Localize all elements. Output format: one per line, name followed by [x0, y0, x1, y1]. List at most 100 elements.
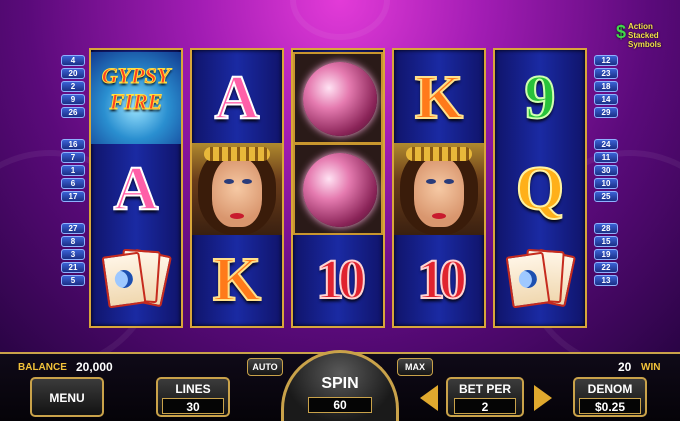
payline-marker-22[interactable]: 22: [594, 262, 618, 273]
fire-logo-text: FIRE: [109, 89, 163, 114]
gypsy-eye: [444, 179, 454, 184]
payline-marker-24[interactable]: 24: [594, 139, 618, 150]
payline-marker-21[interactable]: 21: [61, 262, 85, 273]
payline-marker-2[interactable]: 2: [61, 81, 85, 92]
payline-marker-11[interactable]: 11: [594, 152, 618, 163]
dollar-icon: $: [616, 22, 627, 42]
symbol-k-glyph: K: [414, 63, 464, 133]
symbol-q: Q: [495, 143, 585, 235]
reel-5: 9Q: [493, 48, 587, 328]
denom-button[interactable]: DENOM $0.25: [573, 377, 647, 417]
spin-label: SPIN: [321, 375, 359, 392]
symbol-9-glyph: 9: [524, 63, 557, 133]
gypsy-eye: [242, 179, 252, 184]
symbol-a-glyph: A: [214, 63, 261, 133]
balance-value: 20,000: [76, 360, 113, 374]
symbol-crystal-ball: [293, 143, 383, 235]
gypsy-eye: [224, 179, 234, 184]
payline-marker-8[interactable]: 8: [61, 236, 85, 247]
background-swirl: [290, 0, 390, 40]
reel-1: GYPSY FIRE A: [89, 48, 183, 328]
payline-marker-18[interactable]: 18: [594, 81, 618, 92]
bet-per-value: 2: [454, 398, 516, 414]
symbol-tarot-cards: [495, 234, 585, 326]
gypsy-headband: [406, 147, 472, 161]
payline-marker-6[interactable]: 6: [61, 178, 85, 189]
tarot-card-icon: [101, 251, 147, 309]
symbol-9: 9: [495, 52, 585, 144]
lines-label: LINES: [175, 382, 211, 396]
reel-2: AK: [190, 48, 284, 328]
symbol-10-glyph: 10: [315, 248, 367, 312]
symbol-gypsy-woman: [394, 143, 484, 235]
corner-logo-text: Action Stacked Symbols: [628, 22, 662, 49]
auto-button[interactable]: AUTO: [247, 358, 283, 376]
payline-marker-25[interactable]: 25: [594, 191, 618, 202]
payline-marker-28[interactable]: 28: [594, 223, 618, 234]
reel-4: K 10: [392, 48, 486, 328]
symbol-tarot-cards: [91, 234, 181, 326]
bet-per-label: BET PER: [458, 382, 511, 396]
payline-marker-23[interactable]: 23: [594, 68, 618, 79]
crystal-ball-icon: [303, 62, 377, 136]
payline-marker-12[interactable]: 12: [594, 55, 618, 66]
symbol-k: K: [192, 234, 282, 326]
max-button[interactable]: MAX: [397, 358, 433, 376]
payline-marker-29[interactable]: 29: [594, 107, 618, 118]
payline-marker-15[interactable]: 15: [594, 236, 618, 247]
lines-value: 30: [162, 398, 224, 414]
symbol-10: 10: [293, 234, 383, 326]
balance-label: BALANCE: [18, 362, 67, 373]
menu-button[interactable]: MENU: [30, 377, 104, 417]
payline-marker-30[interactable]: 30: [594, 165, 618, 176]
symbol-gypsy-woman: [192, 143, 282, 235]
payline-marker-17[interactable]: 17: [61, 191, 85, 202]
payline-marker-13[interactable]: 13: [594, 275, 618, 286]
max-label: MAX: [405, 362, 425, 372]
symbol-a-glyph: A: [113, 154, 160, 224]
payline-marker-3[interactable]: 3: [61, 249, 85, 260]
payline-marker-5[interactable]: 5: [61, 275, 85, 286]
symbol-10-glyph: 10: [416, 248, 468, 312]
auto-label: AUTO: [252, 362, 278, 372]
payline-marker-9[interactable]: 9: [61, 94, 85, 105]
payline-marker-4[interactable]: 4: [61, 55, 85, 66]
symbol-a: A: [192, 52, 282, 144]
denom-label: DENOM: [587, 382, 633, 396]
bet-per-button[interactable]: BET PER 2: [446, 377, 524, 417]
symbol-q-glyph: Q: [515, 154, 565, 224]
payline-marker-7[interactable]: 7: [61, 152, 85, 163]
crystal-ball-icon: [303, 153, 377, 227]
lines-button[interactable]: LINES 30: [156, 377, 230, 417]
payline-marker-14[interactable]: 14: [594, 94, 618, 105]
win-value: 20: [618, 360, 632, 374]
payline-marker-10[interactable]: 10: [594, 178, 618, 189]
symbol-10: 10: [394, 234, 484, 326]
gypsy-lips: [432, 213, 446, 219]
gypsy-lips: [230, 213, 244, 219]
symbol-a: A: [91, 143, 181, 235]
symbol-crystal-ball: [293, 52, 383, 144]
action-stacked-symbols-logo: $ Action Stacked Symbols: [616, 22, 670, 56]
gypsy-logo-text: GYPSY: [101, 63, 171, 88]
payline-marker-26[interactable]: 26: [61, 107, 85, 118]
total-bet-value: 60: [308, 397, 372, 413]
win-label: WIN: [641, 362, 661, 373]
symbol-k: K: [394, 52, 484, 144]
moon-icon: [113, 268, 135, 290]
gypsy-headband: [204, 147, 270, 161]
payline-marker-27[interactable]: 27: [61, 223, 85, 234]
bet-decrease-arrow-icon[interactable]: [420, 385, 438, 411]
moon-icon: [517, 268, 539, 290]
bet-increase-arrow-icon[interactable]: [534, 385, 552, 411]
menu-label: MENU: [49, 391, 85, 405]
payline-marker-1[interactable]: 1: [61, 165, 85, 176]
symbol-gypsy-fire-logo: GYPSY FIRE: [91, 52, 181, 144]
gypsy-eye: [426, 179, 436, 184]
reel-3: 10: [291, 48, 385, 328]
payline-marker-20[interactable]: 20: [61, 68, 85, 79]
denom-value: $0.25: [579, 398, 641, 414]
symbol-k-glyph: K: [212, 245, 262, 315]
payline-marker-16[interactable]: 16: [61, 139, 85, 150]
payline-marker-19[interactable]: 19: [594, 249, 618, 260]
